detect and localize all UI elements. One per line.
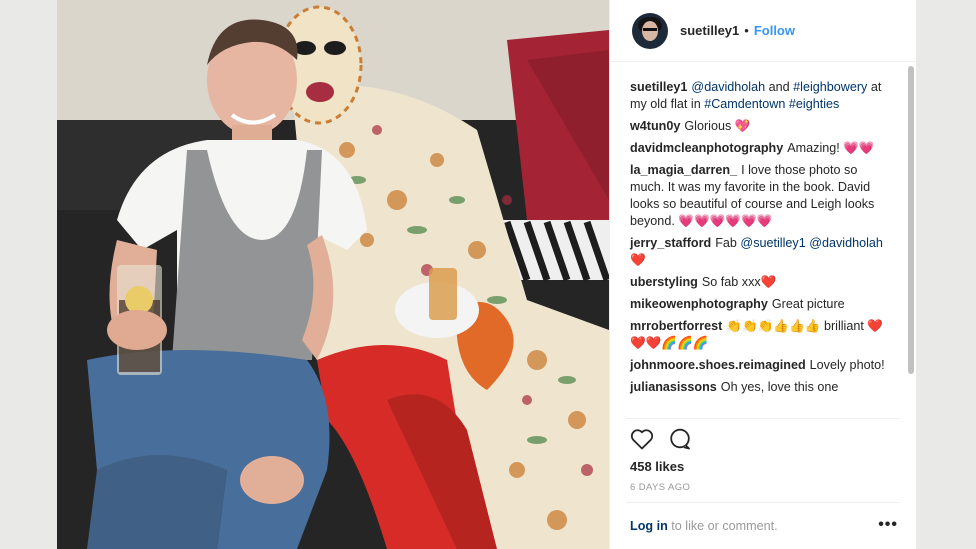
comment-text: Lovely photo!: [809, 358, 885, 372]
comment-username[interactable]: suetilley1: [630, 80, 687, 94]
comment-username[interactable]: julianasissons: [630, 380, 717, 394]
comment-text: and: [765, 80, 794, 94]
heart-outline-icon[interactable]: [630, 428, 654, 455]
follow-button[interactable]: Follow: [754, 23, 795, 38]
comment-item: davidmcleanphotography Amazing! 💗💗: [630, 140, 889, 157]
action-bar: [630, 428, 692, 455]
more-options-icon[interactable]: •••: [878, 516, 898, 534]
comment-link[interactable]: #leighbowery: [793, 80, 867, 94]
comment-item: suetilley1 @davidholah and #leighbowery a…: [630, 79, 889, 113]
comment-link[interactable]: @davidholah: [691, 80, 765, 94]
comment-text: Fab: [715, 236, 741, 250]
comment-text: Great picture: [771, 297, 845, 311]
post-photo: [57, 0, 609, 549]
comment-text: Oh yes, love this one: [720, 380, 839, 394]
comment-item: uberstyling So fab xxx❤️: [630, 274, 889, 291]
comment-username[interactable]: johnmoore.shoes.reimagined: [630, 358, 806, 372]
instagram-post: suetilley1 • Follow suetilley1 @davidhola…: [57, 0, 916, 549]
comment-username[interactable]: la_magia_darren_: [630, 163, 737, 177]
comment-item: w4tun0y Glorious 💖: [630, 118, 889, 135]
comment-item: jerry_stafford Fab @suetilley1 @davidhola…: [630, 235, 889, 269]
login-prompt: Log in to like or comment.: [630, 519, 778, 533]
comments-scrollbar[interactable]: [908, 66, 914, 374]
comment-item: la_magia_darren_ I love those photo so mu…: [630, 162, 889, 230]
comment-username[interactable]: jerry_stafford: [630, 236, 711, 250]
comment-link[interactable]: #eighties: [789, 97, 839, 111]
comment-username[interactable]: uberstyling: [630, 275, 698, 289]
comment-text: So fab xxx❤️: [701, 275, 777, 289]
comment-text: Amazing! 💗💗: [787, 141, 875, 155]
comment-item: johnmoore.shoes.reimagined Lovely photo!: [630, 357, 889, 374]
login-prompt-text: to like or comment.: [667, 519, 778, 533]
comment-text: Glorious 💖: [684, 119, 751, 133]
comment-item: mikeowenphotography Great picture: [630, 296, 889, 313]
comment-text: ❤️: [630, 253, 646, 267]
comment-username[interactable]: mrrobertforrest: [630, 319, 722, 333]
post-sidebar: suetilley1 • Follow suetilley1 @davidhola…: [609, 0, 916, 549]
comment-username[interactable]: davidmcleanphotography: [630, 141, 783, 155]
comment-link[interactable]: @davidholah: [809, 236, 883, 250]
header-separator: •: [744, 23, 749, 38]
comments-list[interactable]: suetilley1 @davidholah and #leighbowery a…: [610, 74, 917, 416]
comment-username[interactable]: mikeowenphotography: [630, 297, 768, 311]
header-username[interactable]: suetilley1: [680, 23, 739, 38]
divider: [626, 502, 900, 503]
comment-link[interactable]: #Camdentown: [704, 97, 785, 111]
avatar[interactable]: [632, 12, 668, 49]
comment-bubble-icon[interactable]: [668, 428, 692, 455]
login-link[interactable]: Log in: [630, 519, 668, 533]
comment-link[interactable]: @suetilley1: [740, 236, 805, 250]
post-timestamp: 6 DAYS AGO: [630, 482, 691, 493]
comment-item: julianasissons Oh yes, love this one: [630, 379, 889, 396]
likes-count[interactable]: 458 likes: [630, 459, 684, 474]
comment-username[interactable]: w4tun0y: [630, 119, 680, 133]
divider: [626, 418, 900, 419]
comment-item: mrrobertforrest 👏👏👏👍👍👍 brilliant ❤️❤️❤️🌈🌈…: [630, 318, 889, 352]
photo-illustration: [57, 0, 609, 549]
post-header: suetilley1 • Follow: [610, 0, 916, 62]
